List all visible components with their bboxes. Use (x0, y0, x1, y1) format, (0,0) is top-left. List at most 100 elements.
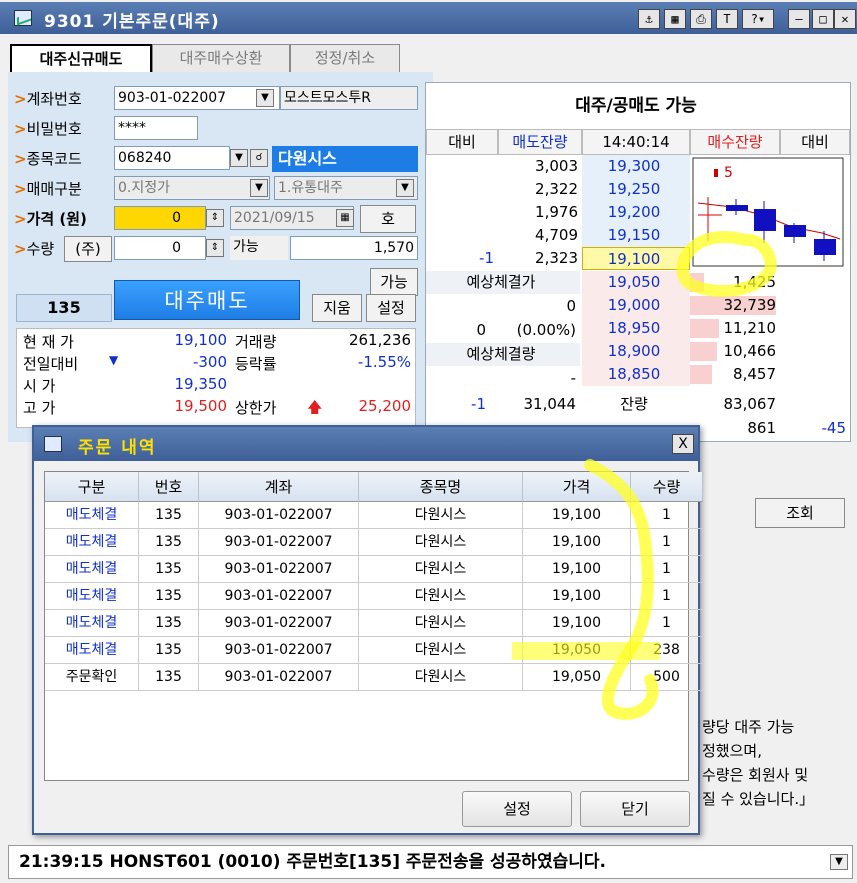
trade-type-select[interactable]: 0.지정가 (114, 176, 270, 200)
order-form-panel: >계좌번호 903-01-022007 ▼ 모스트모스투R >비밀번호 ****… (8, 72, 433, 442)
calendar-icon[interactable]: ▦ (336, 209, 354, 227)
bid-qty: 32,739 (723, 296, 777, 314)
available-label: 가능 (230, 236, 288, 260)
chevron-down-icon[interactable]: ▼ (396, 179, 414, 197)
table-cell: 135 (139, 502, 199, 529)
expected-change: 0 (476, 321, 486, 339)
total-ask: 31,044 (523, 395, 577, 413)
ask-qty: 4,709 (535, 226, 578, 244)
column-header[interactable]: 번호 (139, 472, 199, 502)
order-count: 135 (16, 294, 112, 322)
clear-button[interactable]: 지움 (312, 294, 362, 322)
qty-unit-button[interactable]: (주) (64, 236, 112, 262)
spinner-icon[interactable]: ⇕ (206, 209, 224, 227)
trade-type-label: >매매구분 (14, 180, 82, 198)
table-cell: 1 (631, 583, 703, 610)
table-cell: 매도체결 (45, 637, 139, 664)
column-header[interactable]: 가격 (523, 472, 631, 502)
column-header[interactable]: 구분 (45, 472, 139, 502)
dialog-title-bar: 주문 내역 X (34, 427, 698, 461)
tick-button[interactable]: 호 (360, 205, 416, 233)
tab-new-short-sell[interactable]: 대주신규매도 (10, 44, 152, 72)
bid-price[interactable]: 19,000 (582, 294, 690, 317)
table-cell: 903-01-022007 (199, 610, 359, 637)
chevron-down-icon[interactable]: ▼ (830, 854, 848, 870)
qty-label: >수량 (14, 240, 55, 258)
font-icon[interactable]: T (716, 9, 738, 29)
column-header[interactable]: 수량 (631, 472, 703, 502)
column-header[interactable]: 계좌 (199, 472, 359, 502)
search-icon[interactable]: ☌ (250, 149, 268, 167)
bid-price[interactable]: 18,950 (582, 317, 690, 340)
tab-buy-repay[interactable]: 대주매수상환 (152, 44, 290, 72)
chevron-down-icon[interactable]: ▼ (230, 149, 248, 167)
settings-button[interactable]: 설정 (366, 294, 416, 322)
order-history-dialog: 주문 내역 X 구분 번호 계좌 종목명 가격 수량 매도체결 135 903-01-0220… (32, 425, 703, 835)
table-cell: 135 (139, 583, 199, 610)
close-icon[interactable]: ✕ (834, 9, 856, 29)
ask-price[interactable]: 19,250 (582, 178, 690, 201)
bid-qty: 1,425 (733, 273, 776, 291)
bid-price[interactable]: 18,850 (582, 363, 690, 386)
status-message: 21:39:15 HONST601 (0010) 주문번호[135] 주문전송을… (19, 852, 606, 872)
ask-price[interactable]: 19,100 (582, 247, 690, 270)
account-label: >계좌번호 (14, 90, 82, 108)
table-cell: 19,100 (523, 610, 631, 637)
current-price-label: 현 재 가 (23, 333, 74, 351)
minimize-icon[interactable]: — (788, 9, 810, 29)
pin-icon[interactable]: ⚓ (638, 9, 660, 29)
chevron-down-icon[interactable]: ▼ (250, 179, 268, 197)
password-field[interactable]: **** (114, 116, 198, 140)
account-name: 모스트모스투R (280, 86, 418, 110)
table-cell: 매도체결 (45, 529, 139, 556)
print-icon[interactable]: ⎙ (690, 9, 712, 29)
ask-diff (426, 155, 498, 178)
open-label: 시 가 (23, 377, 56, 395)
stock-code-field[interactable]: 068240 (114, 146, 230, 170)
ask-diff (426, 178, 498, 201)
book-header-time: 14:40:14 (582, 129, 690, 155)
query-button[interactable]: 조회 (755, 498, 845, 528)
table-cell: 1 (631, 502, 703, 529)
change-value: -300 (192, 353, 227, 371)
ask-diff (426, 201, 498, 224)
bid-price[interactable]: 18,900 (582, 340, 690, 363)
upper-limit-label: 상한가 (235, 399, 277, 417)
help-icon[interactable]: ?▾ (742, 9, 774, 29)
dialog-close-icon[interactable]: X (672, 434, 694, 454)
short-sell-button[interactable]: 대주매도 (114, 280, 300, 320)
bid-qty: 10,466 (723, 342, 777, 360)
dialog-settings-button[interactable]: 설정 (462, 791, 572, 827)
notice-line: 질 수 있습니다.」 (702, 790, 815, 808)
dialog-close-button[interactable]: 닫기 (580, 791, 690, 827)
spinner-icon[interactable]: ⇕ (206, 239, 224, 257)
book-header-diff2: 대비 (780, 129, 850, 155)
bid-price[interactable]: 19,050 (582, 271, 690, 294)
ask-price[interactable]: 19,300 (582, 155, 690, 178)
notice-line: 수량은 회원사 및 (702, 766, 809, 784)
column-header[interactable]: 종목명 (359, 472, 523, 502)
qty-field[interactable]: 0 (114, 236, 206, 260)
table-cell: 매도체결 (45, 610, 139, 637)
available-qty: 1,570 (290, 236, 418, 260)
table-cell: 903-01-022007 (199, 502, 359, 529)
chevron-down-icon[interactable]: ▼ (256, 89, 274, 107)
stock-name: 다원시스 (272, 146, 418, 172)
layout-icon[interactable]: ▦ (664, 9, 686, 29)
price-field[interactable]: 0 (114, 206, 206, 230)
order-book: 대주/공매도 가능 대비 매도잔량 14:40:14 매수잔량 대비 3,003… (425, 82, 851, 442)
expected-qty-label: 예상체결량 (426, 343, 580, 366)
table-cell: 1 (631, 556, 703, 583)
maximize-icon[interactable]: □ (812, 9, 834, 29)
table-cell: 19,050 (523, 664, 631, 691)
rate-label: 등락률 (235, 355, 277, 373)
ask-price[interactable]: 19,200 (582, 201, 690, 224)
ask-price[interactable]: 19,150 (582, 224, 690, 247)
tab-modify-cancel[interactable]: 정정/취소 (290, 44, 400, 72)
ask-qty: 3,003 (535, 157, 578, 175)
table-cell: 135 (139, 664, 199, 691)
available-button[interactable]: 가능 (370, 268, 418, 296)
chart-app-icon (44, 436, 62, 452)
bid-qty: 11,210 (723, 319, 777, 337)
table-cell: 다원시스 (359, 664, 523, 691)
